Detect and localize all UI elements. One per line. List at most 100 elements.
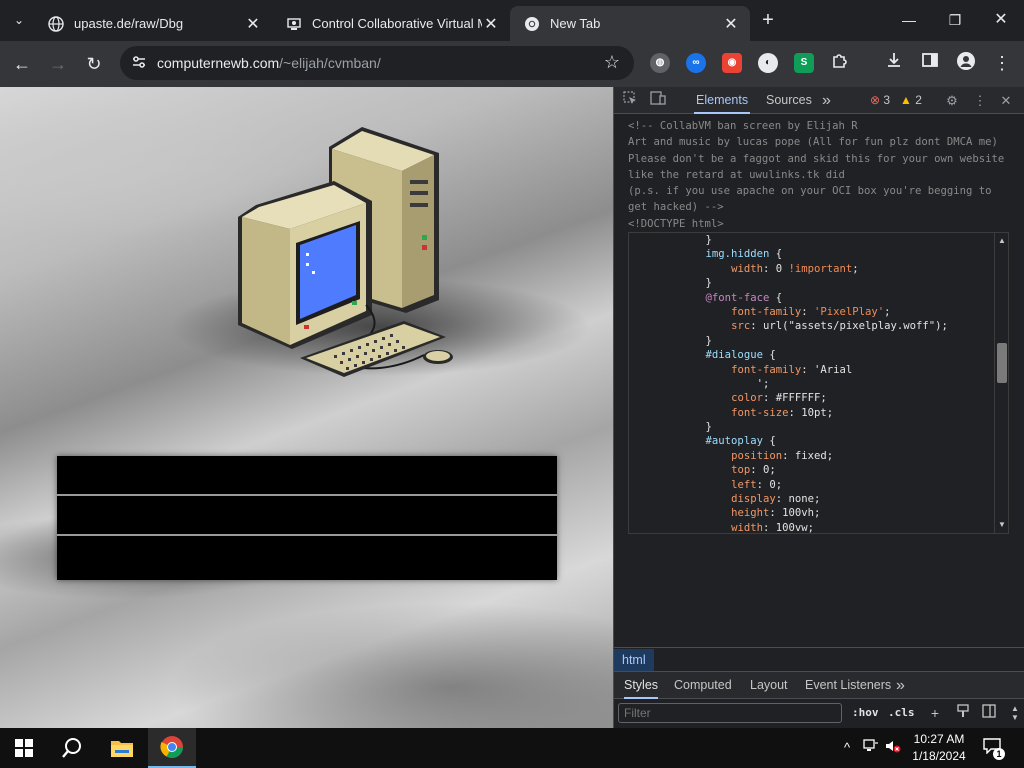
devtools-menu-icon[interactable]: ⋮ xyxy=(970,91,990,111)
css-line: color: #FFFFFF; xyxy=(629,391,995,405)
css-line: top: 0; xyxy=(629,463,995,477)
network-icon[interactable] xyxy=(862,739,880,757)
css-line: height: 100vh; xyxy=(629,506,995,520)
windows-start-icon[interactable] xyxy=(0,728,48,768)
new-style-rule-icon[interactable]: + xyxy=(926,704,944,722)
css-token: font-family xyxy=(731,363,802,376)
css-token: img.hidden xyxy=(705,248,770,261)
style-element-editor[interactable]: } img.hidden { width: 0 !important; } @f… xyxy=(628,232,1009,534)
tab-close-icon[interactable]: ✕ xyxy=(482,14,500,34)
css-token: height xyxy=(731,507,770,520)
source-line: like the retard at uwulinks.tk did xyxy=(628,168,845,181)
close-window-icon[interactable]: ✕ xyxy=(978,0,1024,40)
css-line: font-size: 10pt; xyxy=(629,406,995,420)
tab-new-tab[interactable]: New Tab ✕ xyxy=(510,6,750,41)
tab-computed[interactable]: Computed xyxy=(674,672,732,699)
puzzle-extensions-icon[interactable] xyxy=(828,51,852,75)
tab-event-listeners[interactable]: Event Listeners xyxy=(805,672,891,699)
css-token: ; xyxy=(852,262,859,275)
address-bar[interactable]: computernewb.com/~elijah/cvmban/ ☆ xyxy=(120,46,634,80)
more-tabs-icon[interactable]: » xyxy=(820,87,833,114)
source-line: get hacked) --> xyxy=(628,201,724,214)
browser-toolbar: ← → ↻ computernewb.com/~elijah/cvmban/ ☆… xyxy=(0,41,1024,87)
profile-avatar-icon[interactable] xyxy=(954,51,978,75)
minimize-icon[interactable]: — xyxy=(886,0,932,40)
paint-brush-icon[interactable] xyxy=(954,704,972,722)
clock-time: 10:27 AM xyxy=(913,732,965,746)
tab-collabvm[interactable]: Control Collaborative Virtual M ✕ xyxy=(272,6,510,41)
tab-upaste[interactable]: upaste.de/raw/Dbg ✕ xyxy=(34,6,272,41)
tab-close-icon[interactable]: ✕ xyxy=(244,14,262,34)
red-extension-icon[interactable]: ◉ xyxy=(722,53,742,73)
tab-close-icon[interactable]: ✕ xyxy=(722,14,740,34)
scroll-down-icon[interactable]: ▼ xyxy=(998,521,1006,529)
volume-muted-icon[interactable] xyxy=(884,739,902,757)
tab-strip: ⌄ upaste.de/raw/Dbg ✕ Control Collaborat… xyxy=(0,0,1024,41)
panel-scroll-icon[interactable]: ▲ ▼ xyxy=(1006,704,1024,722)
css-token: color xyxy=(731,392,763,405)
back-arrow-icon[interactable]: ← xyxy=(8,50,36,78)
scrollbar-thumb[interactable] xyxy=(997,343,1007,383)
tab-title: Control Collaborative Virtual M xyxy=(312,16,482,31)
restore-icon[interactable]: ❐ xyxy=(932,0,978,40)
css-token: top xyxy=(731,464,751,477)
globe-extension-icon[interactable]: ◍ xyxy=(650,53,670,73)
error-badge[interactable]: ⊗ 3 xyxy=(870,87,890,114)
s-extension-icon[interactable]: S xyxy=(794,53,814,73)
css-token: : 100vh; xyxy=(769,507,821,520)
kebab-menu-icon[interactable]: ⋮ xyxy=(990,51,1014,75)
html-source-comment: <!-- CollabVM ban screen by Elijah R Art … xyxy=(628,118,1023,232)
source-line: <!DOCTYPE html> xyxy=(628,217,724,230)
css-token: : fixed; xyxy=(782,449,834,462)
reload-icon[interactable]: ↻ xyxy=(80,50,108,78)
devtools-tab-sources[interactable]: Sources xyxy=(764,87,814,114)
chrome-taskbar-icon[interactable] xyxy=(148,728,196,768)
site-info-icon[interactable] xyxy=(130,54,148,72)
tab-styles[interactable]: Styles xyxy=(624,672,659,699)
system-clock[interactable]: 10:27 AM 1/18/2024 xyxy=(904,731,974,765)
cls-toggle[interactable]: .cls xyxy=(888,704,915,722)
editor-scrollbar[interactable]: ▲ ▼ xyxy=(994,233,1008,533)
tab-search-chevron-icon[interactable]: ⌄ xyxy=(8,9,30,31)
download-icon[interactable] xyxy=(882,51,906,75)
infinity-extension-icon[interactable]: ∞ xyxy=(686,53,706,73)
new-tab-button[interactable]: + xyxy=(756,8,780,32)
source-line: <!-- CollabVM ban screen by Elijah R xyxy=(628,120,858,132)
css-token: } xyxy=(705,277,712,290)
css-token: { xyxy=(762,435,776,448)
side-panel-icon[interactable] xyxy=(918,51,942,75)
bookmark-star-icon[interactable]: ☆ xyxy=(604,52,620,73)
breadcrumb-html[interactable]: html xyxy=(614,649,654,671)
css-token: @font-face xyxy=(705,291,770,304)
css-token: display xyxy=(731,493,776,506)
scroll-up-icon[interactable]: ▲ xyxy=(998,237,1006,245)
warning-count: 2 xyxy=(915,93,922,107)
file-explorer-icon[interactable] xyxy=(98,728,146,768)
settings-gear-icon[interactable]: ⚙ xyxy=(942,91,962,111)
css-line: src: url("assets/pixelplay.woff"); xyxy=(629,319,995,333)
devtools-tabbar: Elements Sources » ⊗ 3 ▲ 2 ⚙ ⋮ ✕ xyxy=(614,87,1024,114)
more-styles-tabs-icon[interactable]: » xyxy=(896,672,905,699)
tab-layout[interactable]: Layout xyxy=(750,672,788,699)
search-icon[interactable] xyxy=(48,728,96,768)
globe-icon xyxy=(48,15,64,32)
close-devtools-icon[interactable]: ✕ xyxy=(996,91,1016,111)
warning-badge[interactable]: ▲ 2 xyxy=(900,87,922,114)
inspect-element-icon[interactable] xyxy=(620,91,640,111)
css-token: 'PixelPlay' xyxy=(814,305,885,318)
error-count: 3 xyxy=(883,93,891,107)
css-token: } xyxy=(705,421,712,434)
devtools-tab-elements[interactable]: Elements xyxy=(694,87,751,114)
styles-filter-input[interactable] xyxy=(618,703,842,723)
hov-toggle[interactable]: :hov xyxy=(852,704,879,722)
css-token: ; xyxy=(884,305,891,318)
css-line: #dialogue { xyxy=(629,348,995,362)
device-toolbar-icon[interactable] xyxy=(648,91,668,111)
dialogue-line xyxy=(57,456,557,496)
forward-arrow-icon[interactable]: → xyxy=(44,50,72,78)
css-line: left: 0; xyxy=(629,478,995,492)
show-hidden-icons-chevron[interactable]: ^ xyxy=(838,739,856,757)
toggle-sidebar-icon[interactable] xyxy=(980,704,998,722)
collabvm-icon xyxy=(286,16,302,32)
compass-extension-icon[interactable]: ◐ xyxy=(758,53,778,73)
